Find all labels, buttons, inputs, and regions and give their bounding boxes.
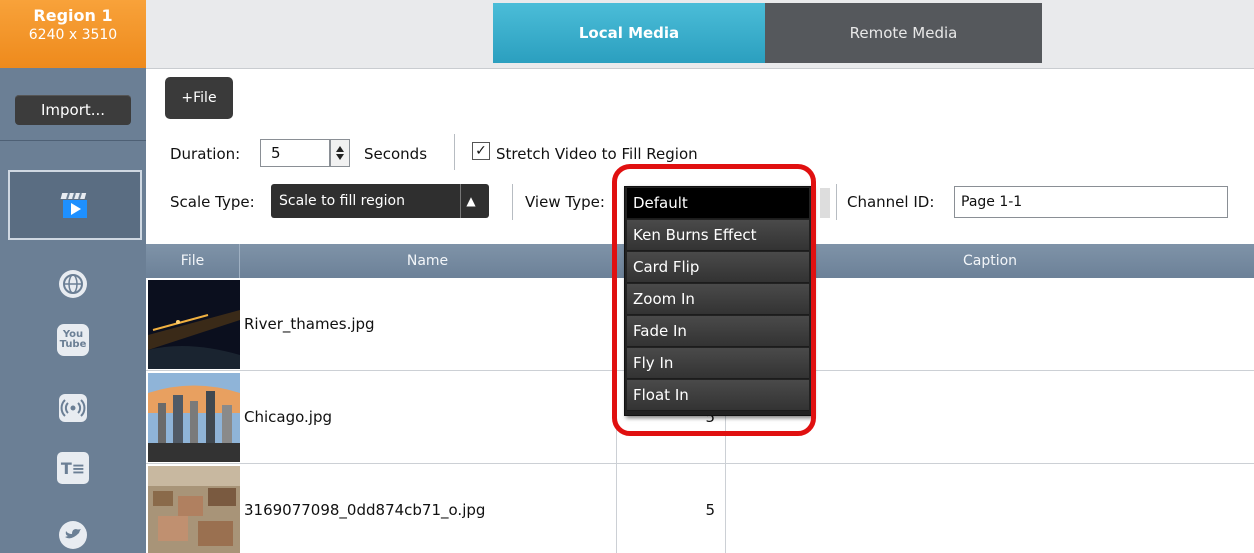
sidebar-item-web[interactable] [45, 256, 101, 312]
stretch-video-checkbox[interactable]: ✓ [472, 142, 490, 160]
add-file-button[interactable]: +File [165, 77, 233, 119]
sidebar-item-media[interactable] [8, 170, 142, 240]
column-header-file[interactable]: File [146, 244, 240, 278]
duration-stepper[interactable] [330, 139, 350, 167]
file-name: River_thames.jpg [244, 315, 375, 333]
sidebar-divider [0, 140, 146, 141]
tab-remote-media[interactable]: Remote Media [765, 3, 1042, 63]
dropdown-item-float-in[interactable]: Float In [627, 380, 809, 411]
scale-type-select[interactable]: Scale to fill region ▲ [271, 184, 489, 218]
toolbar-divider [836, 184, 837, 220]
column-header-name[interactable]: Name [240, 244, 616, 278]
channel-id-input[interactable]: Page 1-1 [954, 186, 1228, 218]
table-row[interactable]: 3169077098_0dd874cb71_o.jpg 5 [146, 464, 1254, 553]
seconds-label: Seconds [364, 145, 428, 163]
toolbar-divider [512, 184, 513, 220]
stepper-down-icon[interactable] [336, 154, 344, 160]
tab-local-media[interactable]: Local Media [493, 3, 765, 63]
globe-icon [59, 270, 87, 298]
stretch-video-label: Stretch Video to Fill Region [496, 145, 698, 163]
clapboard-icon [60, 192, 87, 218]
view-type-dropdown[interactable]: Default Ken Burns Effect Card Flip Zoom … [624, 186, 812, 416]
duration-cell[interactable]: 5 [616, 464, 726, 553]
region-header[interactable]: Region 1 6240 x 3510 [0, 0, 146, 68]
youtube-icon-bottom: Tube [59, 339, 87, 350]
sidebar-item-youtube[interactable]: You Tube [45, 312, 101, 368]
dropdown-item-fly-in[interactable]: Fly In [627, 348, 809, 379]
scale-type-label: Scale Type: [170, 193, 255, 211]
dropdown-item-ken-burns[interactable]: Ken Burns Effect [627, 220, 809, 251]
broadcast-icon [59, 394, 87, 422]
sidebar-item-twitter[interactable] [45, 505, 101, 553]
file-name: Chicago.jpg [244, 408, 333, 426]
region-title: Region 1 [33, 6, 113, 25]
view-type-label: View Type: [525, 193, 605, 211]
dropdown-item-zoom-in[interactable]: Zoom In [627, 284, 809, 315]
duration-label: Duration: [170, 145, 241, 163]
youtube-icon: You Tube [57, 324, 89, 356]
stepper-up-icon[interactable] [336, 146, 344, 152]
select-arrows-icon: ▲ [460, 184, 481, 218]
channel-id-label: Channel ID: [847, 193, 935, 211]
thumbnail-3169077098 [148, 466, 240, 553]
scale-type-value: Scale to fill region [279, 193, 405, 209]
text-icon: T≡ [57, 452, 89, 484]
tab-bar: Local Media Remote Media [146, 0, 1254, 69]
app-window: Region 1 6240 x 3510 Import... You Tube … [0, 0, 1254, 553]
dropdown-item-fade-in[interactable]: Fade In [627, 316, 809, 347]
toolbar-divider [454, 134, 455, 170]
sidebar-item-broadcast[interactable] [45, 380, 101, 436]
region-size: 6240 x 3510 [28, 27, 118, 43]
duration-input[interactable]: 5 [260, 139, 330, 167]
dropdown-item-default[interactable]: Default [627, 188, 809, 219]
twitter-icon [59, 521, 87, 549]
thumbnail-river-thames [148, 280, 240, 369]
file-name: 3169077098_0dd874cb71_o.jpg [244, 501, 486, 519]
thumbnail-chicago [148, 373, 240, 462]
sidebar: Region 1 6240 x 3510 Import... You Tube … [0, 0, 146, 553]
view-type-select-edge[interactable] [820, 188, 830, 218]
import-button[interactable]: Import... [15, 95, 131, 125]
sidebar-item-text[interactable]: T≡ [45, 440, 101, 496]
dropdown-item-card-flip[interactable]: Card Flip [627, 252, 809, 283]
